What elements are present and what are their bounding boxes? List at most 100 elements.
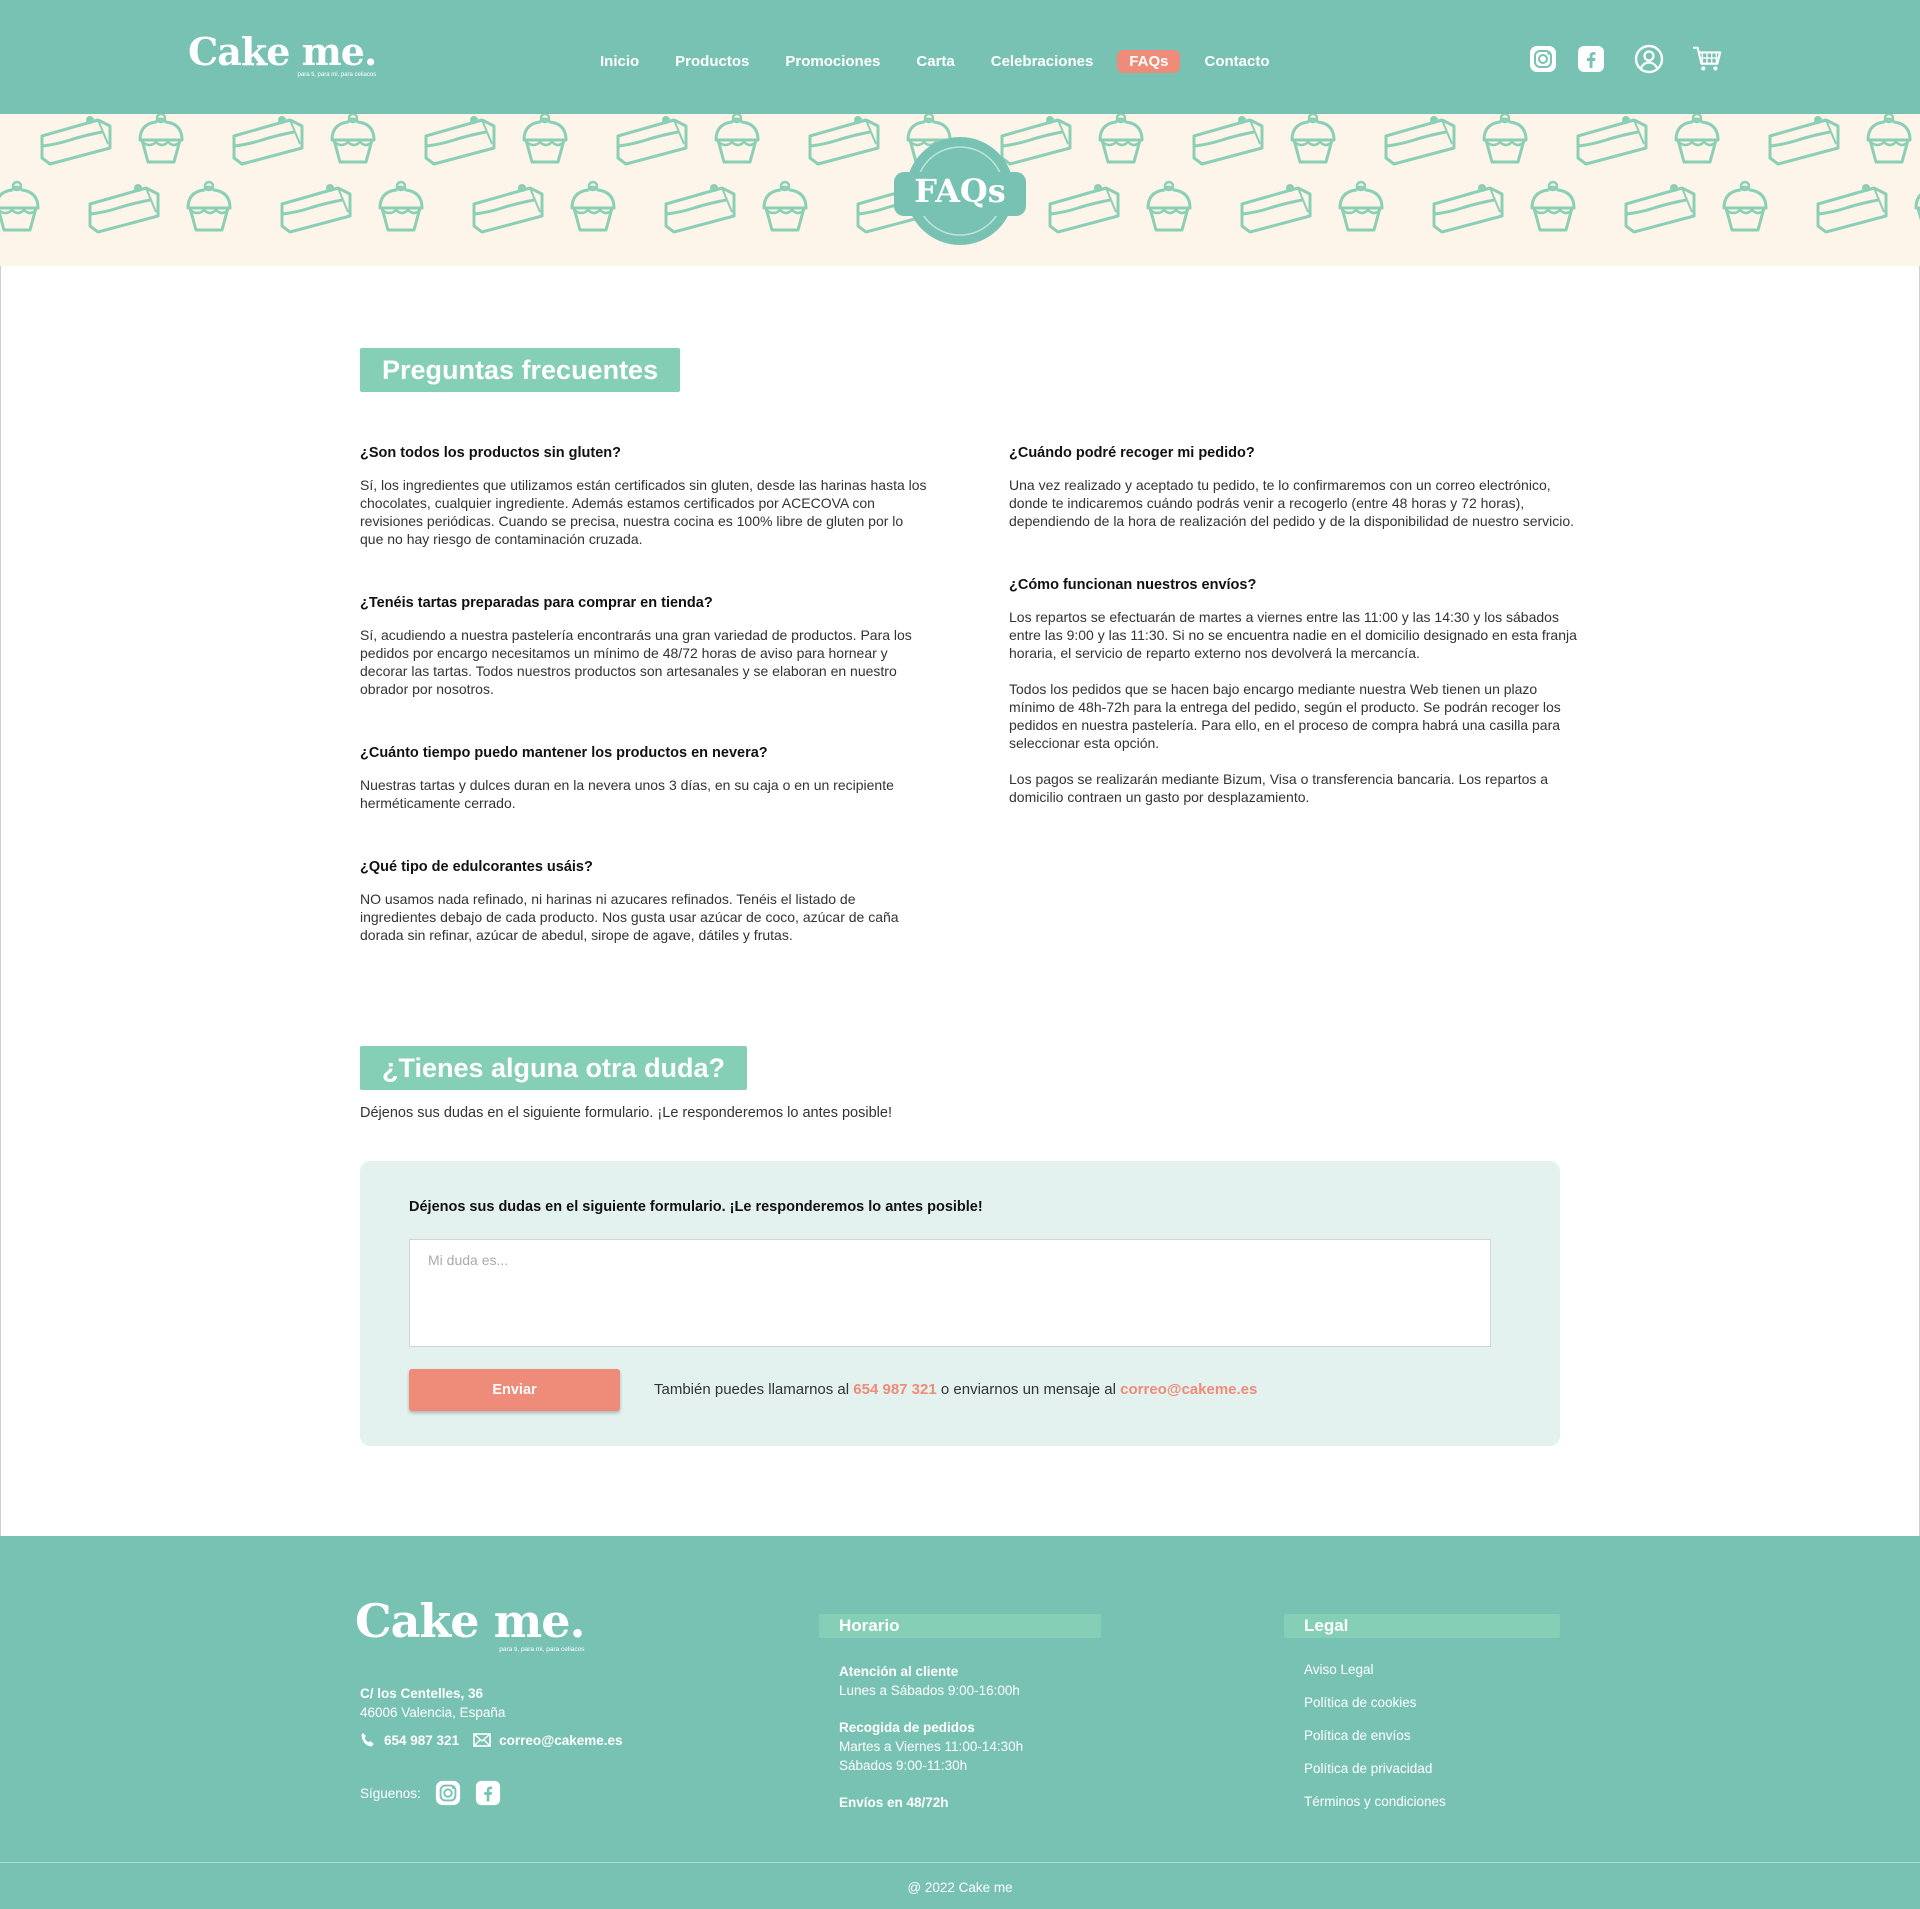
cupcake-icon [570, 180, 616, 232]
brand-name: Cake me. [188, 29, 377, 74]
nav-item-celebraciones[interactable]: Celebraciones [991, 50, 1094, 73]
footer-facebook-icon[interactable] [475, 1780, 501, 1806]
brand-logo[interactable]: Cake me. para ti, para mi, para celiacos [188, 29, 377, 79]
footer-phone[interactable]: 654 987 321 [384, 1733, 459, 1748]
footer-email[interactable]: correo@cakeme.es [499, 1733, 623, 1748]
faq-question: ¿Son todos los productos sin gluten? [360, 445, 621, 461]
faq-answer: Nuestras tartas y dulces duran en la nev… [360, 776, 930, 812]
cupcake-icon [1674, 114, 1720, 164]
cupcake-icon [1722, 180, 1768, 232]
contact-intro: Déjenos sus dudas en el siguiente formul… [360, 1105, 892, 1121]
hours-line: Martes a Viernes 11:00-14:30h [839, 1739, 1024, 1754]
cupcake-icon [186, 180, 232, 232]
footer-instagram-icon[interactable] [435, 1780, 461, 1806]
follow-label: Síguenos: [360, 1785, 421, 1801]
footer-brand-name: Cake me. [355, 1594, 586, 1648]
cake-slice-icon [1576, 114, 1648, 166]
faq-banner: FAQs [0, 114, 1920, 266]
faq-answer: NO usamos nada refinado, ni harinas ni a… [360, 890, 930, 944]
hours-group: Atención al cliente Lunes a Sábados 9:00-… [839, 1662, 1023, 1700]
cupcake-icon [1482, 114, 1528, 164]
note-phone-link[interactable]: 654 987 321 [853, 1381, 936, 1398]
cake-slice-icon [664, 182, 736, 234]
nav-item-productos[interactable]: Productos [675, 50, 749, 73]
footer-contact: 654 987 321 correo@cakeme.es [360, 1732, 623, 1748]
hours-line: Sábados 9:00-11:30h [839, 1758, 968, 1773]
cupcake-icon [1866, 114, 1912, 164]
faq-question: ¿Cuánto tiempo puedo mantener los produc… [360, 745, 768, 761]
cupcake-icon [1146, 180, 1192, 232]
mail-icon [473, 1733, 491, 1747]
hours-line: Lunes a Sábados 9:00-16:00h [839, 1683, 1020, 1698]
cupcake-icon [1914, 180, 1920, 232]
instagram-icon[interactable] [1528, 44, 1558, 74]
brand-tagline: para ti, para mi, para celiacos [297, 72, 377, 78]
question-textarea[interactable] [409, 1239, 1491, 1347]
cake-slice-icon [1432, 182, 1504, 234]
send-button[interactable]: Enviar [409, 1369, 620, 1411]
faq-item: ¿Son todos los productos sin gluten? Sí, … [360, 444, 930, 548]
faq-question: ¿Cómo funcionan nuestros envíos? [1009, 577, 1257, 593]
footer-divider [0, 1862, 1920, 1863]
legal-link[interactable]: Política de envíos [1304, 1728, 1446, 1761]
hours-group: Recogida de pedidos Martes a Viernes 11:0… [839, 1718, 1023, 1775]
cake-slice-icon [616, 114, 688, 166]
cake-slice-icon [40, 114, 112, 166]
cupcake-icon [138, 114, 184, 164]
cake-slice-icon [88, 182, 160, 234]
question-form: Déjenos sus dudas en el siguiente formul… [360, 1161, 1560, 1446]
cake-slice-icon [1240, 182, 1312, 234]
nav-item-contacto[interactable]: Contacto [1204, 50, 1269, 73]
faq-column-left: ¿Son todos los productos sin gluten? Sí, … [360, 444, 930, 990]
hours-title: Horario [819, 1614, 1101, 1638]
legal-link[interactable]: Aviso Legal [1304, 1662, 1446, 1695]
nav-item-inicio[interactable]: Inicio [600, 50, 639, 73]
user-icon[interactable] [1634, 44, 1664, 74]
facebook-icon[interactable] [1576, 44, 1606, 74]
faq-item: ¿Cómo funcionan nuestros envíos? Los repa… [1009, 576, 1579, 806]
faq-title: Preguntas frecuentes [360, 348, 681, 392]
faq-item: ¿Tenéis tartas preparadas para comprar e… [360, 594, 930, 698]
faq-item: ¿Cuánto tiempo puedo mantener los produc… [360, 744, 930, 812]
footer-address: C/ los Centelles, 36 46006 Valencia, Esp… [360, 1684, 505, 1722]
cake-slice-icon [1048, 182, 1120, 234]
faq-answer: Una vez realizado y aceptado tu pedido, … [1009, 476, 1579, 530]
faq-question: ¿Qué tipo de edulcorantes usáis? [360, 859, 593, 875]
faq-item: ¿Qué tipo de edulcorantes usáis? NO usamo… [360, 858, 930, 944]
legal-link[interactable]: Términos y condiciones [1304, 1794, 1446, 1827]
cake-slice-icon [1192, 114, 1264, 166]
note-email-link[interactable]: correo@cakeme.es [1120, 1381, 1257, 1398]
note-mid: o enviarnos un mensaje al [936, 1381, 1121, 1398]
faq-answer-paragraph: Los repartos se efectuarán de martes a v… [1009, 609, 1577, 661]
nav-item-promociones[interactable]: Promociones [785, 50, 880, 73]
faq-question: ¿Cuándo podré recoger mi pedido? [1009, 445, 1255, 461]
cake-slice-icon [472, 182, 544, 234]
legal-link[interactable]: Política de cookies [1304, 1695, 1446, 1728]
hours-group-title: Envíos en 48/72h [839, 1795, 949, 1810]
faq-answer-paragraph: NO usamos nada refinado, ni harinas ni a… [360, 891, 899, 943]
form-label: Déjenos sus dudas en el siguiente formul… [409, 1199, 983, 1215]
copyright: @ 2022 Cake me [907, 1880, 1013, 1895]
footer-logo[interactable]: Cake me. para ti, para mi, para celiacos [355, 1594, 586, 1653]
cupcake-icon [1290, 114, 1336, 164]
hours-group-title: Recogida de pedidos [839, 1720, 975, 1735]
hours-group: Envíos en 48/72h [839, 1793, 1023, 1812]
nav-item-carta[interactable]: Carta [916, 50, 954, 73]
faq-answer-paragraph: Sí, acudiendo a nuestra pastelería encon… [360, 627, 912, 697]
cupcake-icon [714, 114, 760, 164]
cake-slice-icon [1384, 114, 1456, 166]
cupcake-icon [1338, 180, 1384, 232]
faq-item: ¿Cuándo podré recoger mi pedido? Una vez … [1009, 444, 1579, 530]
legal-link[interactable]: Política de privacidad [1304, 1761, 1446, 1794]
nav-item-faqs[interactable]: FAQs [1117, 49, 1181, 73]
faq-answer: Sí, acudiendo a nuestra pastelería encon… [360, 626, 930, 698]
cart-icon[interactable] [1692, 44, 1722, 74]
contact-note: También puedes llamarnos al 654 987 321 … [654, 1381, 1257, 1398]
legal-links: Aviso Legal Política de cookies Política d… [1304, 1662, 1446, 1827]
footer-brand-tagline: para ti, para mi, para celiacos [499, 1646, 585, 1653]
note-prefix: También puedes llamarnos al [654, 1381, 854, 1398]
faq-answer-paragraph: Nuestras tartas y dulces duran en la nev… [360, 777, 894, 811]
hours-group-title: Atención al cliente [839, 1664, 959, 1679]
cupcake-icon [1098, 114, 1144, 164]
cupcake-icon [522, 114, 568, 164]
